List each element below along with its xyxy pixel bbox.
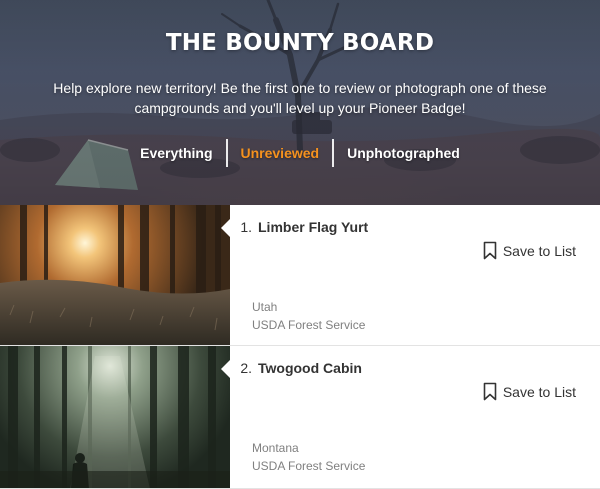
filter-tabs: Everything Unreviewed Unphotographed — [0, 139, 600, 167]
save-to-list-label: Save to List — [502, 242, 576, 259]
tab-everything[interactable]: Everything — [127, 139, 225, 167]
campground-photo[interactable] — [0, 346, 230, 488]
save-to-list-button[interactable]: Save to List — [483, 382, 576, 401]
campground-rank: 2. — [240, 360, 252, 376]
card-pointer — [221, 219, 230, 237]
tab-unreviewed[interactable]: Unreviewed — [228, 139, 333, 167]
page-title: THE BOUNTY BOARD — [165, 30, 435, 56]
campground-info: 2. Twogood Cabin Save to List Montana USD… — [230, 346, 600, 488]
save-to-list-button[interactable]: Save to List — [483, 241, 576, 260]
card-pointer — [221, 360, 230, 378]
campground-photo[interactable] — [0, 205, 230, 345]
tab-unphotographed[interactable]: Unphotographed — [334, 139, 473, 167]
bookmark-icon — [483, 382, 497, 401]
campground-title[interactable]: 1. Limber Flag Yurt — [230, 219, 368, 235]
save-to-list-label: Save to List — [502, 383, 576, 400]
sunlit-forest-photo — [0, 205, 230, 345]
campground-title[interactable]: 2. Twogood Cabin — [230, 360, 362, 376]
campground-card[interactable]: 1. Limber Flag Yurt Save to List Utah USD… — [0, 205, 600, 346]
page-subtitle: Help explore new territory! Be the first… — [53, 80, 547, 116]
tab-divider — [225, 139, 228, 167]
campground-state: Montana — [252, 441, 299, 455]
campground-agency: USDA Forest Service — [252, 318, 366, 332]
misty-forest-photo — [0, 346, 230, 488]
campground-name[interactable]: Limber Flag Yurt — [258, 219, 368, 235]
campground-agency: USDA Forest Service — [252, 459, 366, 473]
campground-list: 1. Limber Flag Yurt Save to List Utah USD… — [0, 205, 600, 489]
bookmark-icon — [483, 241, 497, 260]
campground-rank: 1. — [240, 219, 252, 235]
campground-card[interactable]: 2. Twogood Cabin Save to List Montana USD… — [0, 346, 600, 489]
campground-info: 1. Limber Flag Yurt Save to List Utah USD… — [230, 205, 600, 345]
campground-name[interactable]: Twogood Cabin — [258, 360, 362, 376]
tab-divider — [332, 139, 335, 167]
campground-state: Utah — [252, 300, 278, 314]
hero-banner: THE BOUNTY BOARD Help explore new territ… — [0, 0, 600, 205]
